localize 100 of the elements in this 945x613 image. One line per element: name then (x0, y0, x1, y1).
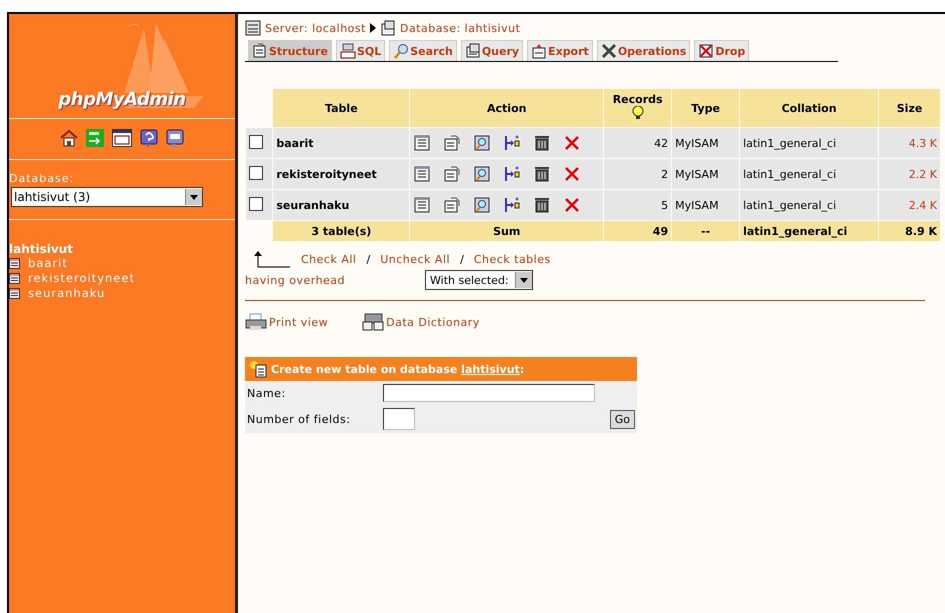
go-button[interactable]: Go (610, 410, 635, 428)
table-cell: latin1_general_ci (740, 190, 878, 220)
exit-icon[interactable] (86, 129, 104, 147)
data-dictionary-link[interactable]: Data Dictionary (386, 316, 480, 328)
column-header: Records (604, 89, 672, 127)
magnifier-icon (393, 43, 410, 59)
tools-icon (600, 43, 617, 59)
server-icon (245, 20, 261, 36)
row-checkbox[interactable] (249, 166, 263, 180)
browse-icon[interactable] (413, 196, 432, 214)
tab[interactable]: Search (389, 40, 457, 61)
table-link[interactable]: seuranhaku (28, 286, 106, 301)
table-link[interactable]: rekisteroityneet (28, 271, 135, 286)
table-link[interactable]: baarit (28, 256, 68, 271)
fields-field[interactable] (383, 408, 415, 430)
column-header: Type (672, 89, 740, 127)
sql-window-icon[interactable] (112, 129, 132, 147)
table-cell: 5 (604, 190, 672, 220)
logo-text: phpMyAdmin (58, 89, 186, 110)
name-label: Name: (247, 386, 287, 400)
table-cell: latin1_general_ci (740, 128, 878, 158)
trash-icon[interactable] (533, 134, 552, 152)
row-checkbox[interactable] (249, 196, 263, 210)
server-link[interactable]: Server: localhost (265, 22, 366, 34)
column-header: Size (879, 89, 940, 127)
name-field[interactable] (383, 384, 595, 402)
insert-icon[interactable] (503, 196, 522, 214)
column-header: Table (273, 89, 410, 127)
table-cell: MyISAM (672, 128, 740, 158)
column-header: Action (410, 89, 604, 127)
search-icon[interactable] (473, 134, 492, 152)
row-checkbox[interactable] (249, 134, 263, 148)
separator: / (366, 252, 370, 266)
database-link[interactable]: lahtisivut (461, 362, 520, 376)
table-cell: 2.4 K (879, 190, 940, 220)
tab[interactable]: Drop (694, 40, 750, 61)
lightbulb-icon (632, 106, 644, 120)
table-cell: 8.9 K (879, 221, 940, 241)
uncheck-all-link[interactable]: Uncheck All (380, 252, 450, 266)
arrow-icon (253, 250, 291, 268)
table-icon (9, 288, 20, 299)
search-icon[interactable] (473, 165, 492, 183)
table-cell: Sum (410, 221, 604, 241)
properties-icon[interactable] (443, 196, 462, 214)
cross-icon (698, 43, 714, 59)
table-cell: rekisteroityneet (273, 159, 410, 189)
table-cell: 4.3 K (879, 128, 940, 158)
table-cell: latin1_general_ci (740, 221, 878, 241)
fields-label: Number of fields: (247, 412, 352, 426)
search-icon[interactable] (473, 196, 492, 214)
properties-icon[interactable] (443, 165, 462, 183)
database-label: Database: (9, 171, 76, 185)
database-link[interactable]: lahtisivut (9, 242, 235, 256)
table-icon (252, 43, 268, 59)
triangle-icon (370, 23, 376, 33)
print-view-link[interactable]: Print view (269, 316, 328, 328)
table-icon (9, 273, 20, 284)
table-icon (9, 258, 20, 269)
check-all-link[interactable]: Check All (301, 252, 356, 266)
table-cell: baarit (273, 128, 410, 158)
table-cell: 49 (604, 221, 672, 241)
create-table-title: Create new table on database lahtisivut: (271, 362, 524, 376)
caret-icon[interactable] (190, 194, 198, 200)
table-cell: 2.2 K (879, 159, 940, 189)
caret-icon[interactable] (520, 278, 528, 282)
query-window-icon[interactable] (166, 129, 184, 149)
home-icon[interactable] (60, 129, 78, 147)
insert-icon[interactable] (503, 165, 522, 183)
browse-icon[interactable] (413, 134, 432, 152)
insert-icon[interactable] (503, 134, 522, 152)
delete-icon[interactable] (563, 165, 582, 183)
tab[interactable]: SQL (336, 40, 386, 61)
printer-icon (245, 313, 267, 331)
trash-icon[interactable] (533, 165, 552, 183)
database-icon (464, 43, 481, 59)
help-icon[interactable] (140, 129, 158, 149)
database-link[interactable]: Database: lahtisivut (400, 22, 520, 34)
table-cell: -- (672, 221, 740, 241)
dictionary-icon (362, 313, 384, 331)
having-overhead-link[interactable]: having overhead (245, 274, 346, 286)
trash-icon[interactable] (533, 196, 552, 214)
export-icon (531, 43, 548, 59)
check-tables-link[interactable]: Check tables (474, 252, 551, 266)
tab[interactable]: Export (527, 40, 593, 61)
tab[interactable]: Query (460, 40, 524, 61)
table-cell: latin1_general_ci (740, 159, 878, 189)
separator: / (460, 252, 464, 266)
with-selected-select[interactable]: With selected: (425, 270, 533, 290)
tab[interactable]: Operations (596, 40, 690, 61)
delete-icon[interactable] (563, 196, 582, 214)
table-cell: MyISAM (672, 190, 740, 220)
database-select[interactable]: lahtisivut (3) (11, 187, 203, 207)
delete-icon[interactable] (563, 134, 582, 152)
browse-icon[interactable] (413, 165, 432, 183)
table-cell: 42 (604, 128, 672, 158)
table-cell: seuranhaku (273, 190, 410, 220)
table-cell: 3 table(s) (273, 221, 410, 241)
properties-icon[interactable] (443, 134, 462, 152)
tab[interactable]: Structure (248, 40, 332, 61)
sql-icon (340, 43, 356, 59)
